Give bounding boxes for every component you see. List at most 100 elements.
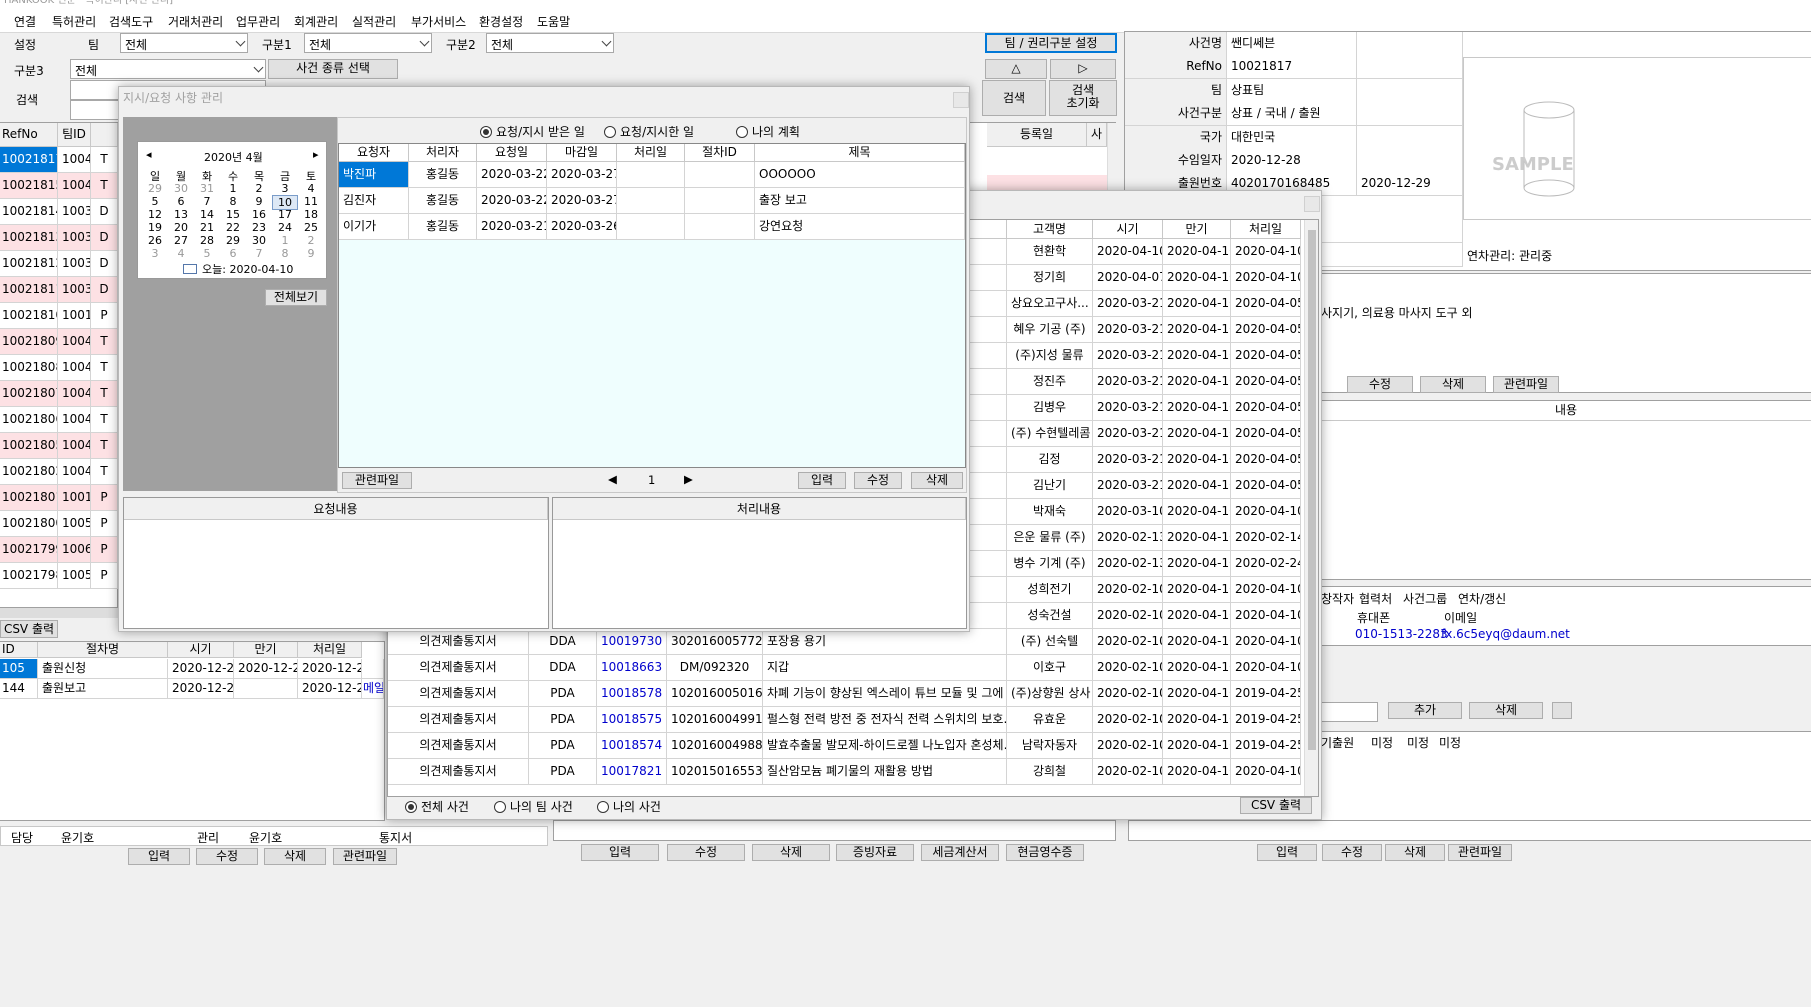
br-edit-button[interactable]: 수정 <box>1322 844 1382 861</box>
prev-page-icon[interactable]: ◀ <box>608 472 617 486</box>
case-type-cell[interactable]: P <box>91 563 118 589</box>
deadline-ref-cell[interactable]: 10018575 <box>597 707 667 733</box>
case-type-cell[interactable]: P <box>91 303 118 329</box>
calendar-day[interactable]: 30 <box>168 182 194 195</box>
menu-search-tools[interactable]: 검색도구 <box>109 13 153 30</box>
info-value[interactable]: 쌘디쎄븐 <box>1227 32 1357 56</box>
deadline-time-cell[interactable]: 2020-02-13 <box>1093 525 1163 551</box>
ci-more-button[interactable] <box>1552 702 1572 719</box>
info-extra[interactable] <box>1357 125 1463 150</box>
bl-related-file-button[interactable]: 관련파일 <box>333 848 397 865</box>
deadline-done-cell[interactable]: 2020-04-05 <box>1231 395 1301 421</box>
deadline-client-cell[interactable]: 유효운 <box>1007 707 1093 733</box>
calendar-day[interactable]: 12 <box>142 208 168 221</box>
deadline-title-cell[interactable]: 펄스형 전력 방전 중 전자식 전력 스위치의 보호... <box>763 707 1007 733</box>
case-refno-cell[interactable]: 10021802 <box>0 459 58 485</box>
deadline-due-cell[interactable]: 2020-04-10 <box>1163 239 1231 265</box>
req-title-cell[interactable]: 출장 보고 <box>755 188 965 214</box>
prev-month-icon[interactable]: ◂ <box>146 148 152 161</box>
deadline-time-cell[interactable]: 2020-02-10 <box>1093 759 1163 785</box>
calendar-day[interactable]: 31 <box>194 182 220 195</box>
bm-delete-button[interactable]: 삭제 <box>752 844 830 861</box>
deadline-appno-cell[interactable]: 1020160049912 <box>667 707 763 733</box>
info-extra[interactable]: 2020-12-29 <box>1357 172 1463 197</box>
req-reqdate-cell[interactable]: 2020-03-22 <box>477 162 547 188</box>
calendar-day[interactable]: 4 <box>168 247 194 260</box>
case-team-cell[interactable]: 1001 <box>58 303 91 329</box>
deadline-time-cell[interactable]: 2020-03-21 <box>1093 447 1163 473</box>
deadline-client-cell[interactable]: 혜우 기공 (주) <box>1007 317 1093 343</box>
calendar-day[interactable]: 20 <box>168 221 194 234</box>
deadline-kind-cell[interactable]: 의견제출통지서 <box>388 759 529 785</box>
bm-input-button[interactable]: 입력 <box>581 844 659 861</box>
proc-id-cell[interactable]: 144 <box>0 679 38 699</box>
deadline-time-cell[interactable]: 2020-03-21 <box>1093 473 1163 499</box>
req-proc-cell[interactable] <box>685 188 755 214</box>
deadline-client-cell[interactable]: (주) 선숙텔 <box>1007 629 1093 655</box>
req-due-cell[interactable]: 2020-03-27 <box>547 162 617 188</box>
deadline-due-cell[interactable]: 2020-04-10 <box>1163 473 1231 499</box>
deadline-due-cell[interactable]: 2020-04-10 <box>1163 421 1231 447</box>
case-refno-cell[interactable]: 10021817 <box>0 147 58 173</box>
deadline-client-cell[interactable]: 상요오고구사... <box>1007 291 1093 317</box>
deadline-kind-cell[interactable]: 의견제출통지서 <box>388 707 529 733</box>
case-team-cell[interactable]: 1003 <box>58 251 91 277</box>
case-type-cell[interactable]: T <box>91 147 118 173</box>
team-select[interactable]: 전체 <box>120 33 248 53</box>
case-type-cell[interactable]: T <box>91 381 118 407</box>
deadline-done-cell[interactable]: 2019-04-25 <box>1231 707 1301 733</box>
tab-annual-renewal[interactable]: 연차/갱신 <box>1458 590 1506 607</box>
deadline-time-cell[interactable]: 2020-02-13 <box>1093 551 1163 577</box>
proc-id-cell[interactable]: 105 <box>0 659 38 679</box>
info-extra[interactable] <box>1357 102 1463 127</box>
case-type-cell[interactable]: T <box>91 329 118 355</box>
proc-done-cell[interactable]: 2020-12-29 <box>298 679 362 699</box>
deadline-due-cell[interactable]: 2020-04-10 <box>1163 265 1231 291</box>
br-related-file-button[interactable]: 관련파일 <box>1448 844 1512 861</box>
ci-edit-button[interactable]: 수정 <box>1347 376 1413 393</box>
calendar-day[interactable]: 13 <box>168 208 194 221</box>
calendar-day[interactable]: 7 <box>246 247 272 260</box>
deadline-time-cell[interactable]: 2020-03-21 <box>1093 343 1163 369</box>
req-done-cell[interactable] <box>617 214 685 240</box>
info-value[interactable]: 2020-12-28 <box>1227 149 1357 173</box>
br-delete-button[interactable]: 삭제 <box>1385 844 1445 861</box>
deadline-appno-cell[interactable]: 3020160057722 <box>667 629 763 655</box>
calendar-day[interactable]: 30 <box>246 234 272 247</box>
deadline-done-cell[interactable]: 2020-04-10 <box>1231 629 1301 655</box>
calendar-day[interactable]: 14 <box>194 208 220 221</box>
info-value[interactable]: 상표 / 국내 / 출원 <box>1227 102 1357 127</box>
calendar-day[interactable]: 8 <box>272 247 298 260</box>
deadline-due-cell[interactable]: 2020-04-10 <box>1163 733 1231 759</box>
deadline-done-cell[interactable]: 2019-04-25 <box>1231 733 1301 759</box>
req-reqdate-cell[interactable]: 2020-03-22 <box>477 188 547 214</box>
deadline-due-cell[interactable]: 2020-04-10 <box>1163 655 1231 681</box>
proc-name-cell[interactable]: 출원보고 <box>38 679 168 699</box>
deadline-client-cell[interactable]: 은운 물류 (주) <box>1007 525 1093 551</box>
search-button[interactable]: 검색 <box>982 80 1046 116</box>
case-refno-cell[interactable]: 10021810 <box>0 303 58 329</box>
calendar-day[interactable]: 7 <box>194 195 220 208</box>
ci-delete-button[interactable]: 삭제 <box>1420 376 1486 393</box>
info-value[interactable]: 대한민국 <box>1227 125 1357 150</box>
calendar-day[interactable]: 5 <box>194 247 220 260</box>
calendar-day[interactable]: 29 <box>220 234 246 247</box>
deadline-due-cell[interactable]: 2020-04-10 <box>1163 395 1231 421</box>
deadline-time-cell[interactable]: 2020-02-10 <box>1093 655 1163 681</box>
deadline-code-cell[interactable]: PDA <box>529 681 597 707</box>
info-extra[interactable] <box>1357 149 1463 173</box>
cash-receipt-button[interactable]: 현금영수증 <box>1006 844 1084 861</box>
case-refno-cell[interactable]: 10021811 <box>0 277 58 303</box>
req-input-button[interactable]: 입력 <box>798 472 846 489</box>
tab-partner[interactable]: 협력처 <box>1359 590 1392 607</box>
move-up-button[interactable]: △ <box>985 59 1047 79</box>
process-content-box[interactable]: 처리내용 <box>552 497 967 629</box>
case-type-cell[interactable]: D <box>91 225 118 251</box>
deadline-done-cell[interactable]: 2020-04-10 <box>1231 499 1301 525</box>
menu-settings[interactable]: 환경설정 <box>479 13 523 30</box>
case-refno-cell[interactable]: 10021808 <box>0 355 58 381</box>
deadline-time-cell[interactable]: 2020-03-21 <box>1093 369 1163 395</box>
case-refno-cell[interactable]: 10021815 <box>0 173 58 199</box>
deadline-client-cell[interactable]: (주)상향원 상사 <box>1007 681 1093 707</box>
contact-mobile[interactable]: 010-1513-2283 <box>1355 627 1448 641</box>
